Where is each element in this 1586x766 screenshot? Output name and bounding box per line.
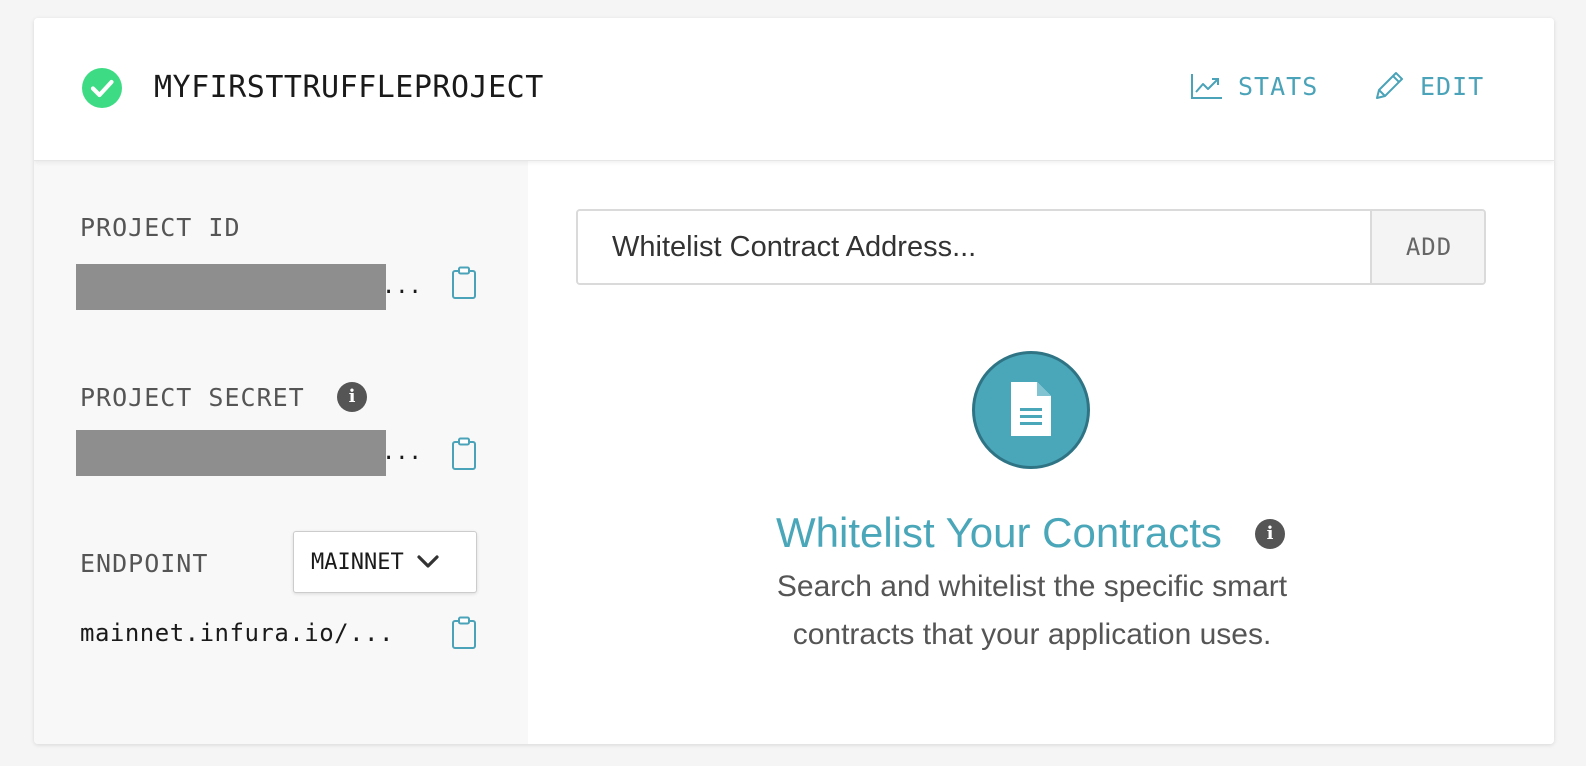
pencil-icon [1376,72,1403,99]
project-id-value: ... [76,264,422,310]
endpoint-url: mainnet.infura.io/... [80,619,394,647]
empty-state-title: Whitelist Your Contracts [776,509,1222,556]
chart-line-icon [1191,74,1222,99]
check-circle-icon [82,68,122,108]
clipboard-icon[interactable] [450,616,478,650]
stats-link[interactable]: STATS [1190,66,1318,106]
document-icon [972,351,1090,469]
clipboard-icon[interactable] [450,266,478,300]
whitelist-search-box: ADD [576,209,1486,285]
project-secret-label: PROJECT SECRET [80,383,305,412]
project-id-tail: ... [382,274,422,299]
whitelist-address-input[interactable] [578,211,1370,283]
redacted-block [76,264,386,310]
project-header: MYFIRSTTRUFFLEPROJECT STATS EDIT [34,18,1554,161]
chevron-down-icon [417,555,439,568]
add-button[interactable]: ADD [1370,211,1484,283]
empty-state-description: Search and whitelist the specific smart … [776,570,1288,651]
stats-label: STATS [1238,71,1319,101]
endpoint-label: ENDPOINT [80,549,209,578]
project-name: MYFIRSTTRUFFLEPROJECT [154,70,544,105]
project-id-label: PROJECT ID [80,213,241,242]
project-secret-value: ... [76,430,422,476]
project-card: MYFIRSTTRUFFLEPROJECT STATS EDIT PROJECT… [34,18,1554,744]
info-icon[interactable]: i [1255,519,1285,549]
network-selected-value: MAINNET [311,549,404,575]
edit-link[interactable]: EDIT [1372,66,1484,106]
edit-label: EDIT [1420,71,1485,101]
clipboard-icon[interactable] [450,437,478,471]
network-select[interactable]: MAINNET [293,531,477,593]
credentials-sidebar: PROJECT ID ... PROJECT SECRET i ... ENDP… [34,161,528,744]
whitelist-panel: ADD Whitelist Your Contracts i Search an… [528,161,1554,744]
info-icon[interactable]: i [337,382,367,412]
project-secret-tail: ... [382,440,422,465]
redacted-block [76,430,386,476]
